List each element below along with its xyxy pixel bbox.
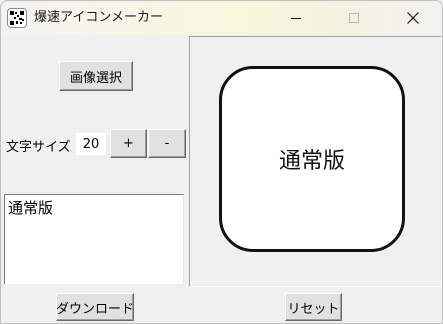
preview-text: 通常版 (278, 149, 345, 174)
minimize-icon (291, 18, 301, 19)
window-title: 爆速アイコンメーカー (34, 10, 163, 25)
app-window: 爆速アイコンメーカー 画像選択 文字サイズ 20 + - 通常版 通常版 ダウン (0, 0, 443, 324)
font-size-label: 文字サイズ (6, 140, 71, 155)
close-icon (407, 12, 419, 24)
font-size-input[interactable]: 20 (76, 133, 106, 155)
maximize-button[interactable] (331, 1, 377, 35)
title-bar[interactable]: 爆速アイコンメーカー (1, 1, 442, 35)
icon-preview: 通常版 (219, 66, 405, 252)
preview-panel: 通常版 (189, 36, 442, 287)
decrease-font-button[interactable]: - (148, 129, 186, 158)
qr-app-icon (7, 8, 27, 28)
download-button[interactable]: ダウンロード (56, 293, 134, 321)
maximize-icon (349, 13, 359, 23)
minimize-button[interactable] (273, 1, 319, 35)
icon-text-input[interactable]: 通常版 (4, 194, 184, 284)
increase-font-button[interactable]: + (110, 129, 147, 158)
reset-button[interactable]: リセット (285, 293, 342, 321)
close-button[interactable] (390, 1, 436, 35)
select-image-button[interactable]: 画像選択 (59, 61, 133, 91)
